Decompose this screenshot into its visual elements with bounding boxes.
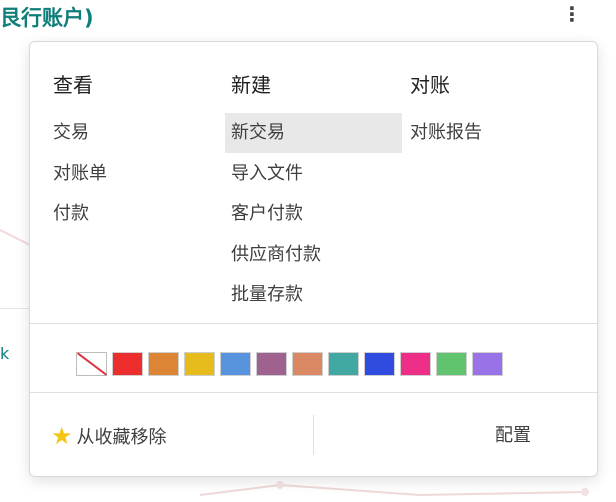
vertical-ellipsis-icon[interactable]: ⋮: [562, 2, 582, 26]
color-swatch[interactable]: [256, 352, 287, 376]
configure-button[interactable]: 配置: [495, 419, 531, 453]
view-header: 查看: [53, 73, 93, 97]
footer-divider: [313, 415, 314, 455]
color-swatch[interactable]: [436, 352, 467, 376]
color-swatch[interactable]: [472, 352, 503, 376]
menu-item-transactions[interactable]: 交易: [53, 113, 89, 153]
journal-title[interactable]: 艮行账户): [0, 2, 94, 32]
menu-item-batch-deposit[interactable]: 批量存款: [225, 275, 402, 315]
menu-item-payments[interactable]: 付款: [53, 194, 89, 234]
menu-divider: [30, 323, 597, 324]
color-swatch[interactable]: [292, 352, 323, 376]
reconcile-header: 对账: [410, 73, 450, 97]
remove-from-favorites-button[interactable]: ★ 从收藏移除: [51, 419, 167, 453]
journal-dropdown-menu: 查看 交易 对账单 付款 新建 新交易 导入文件 客户付款 供应商付款 批量存款…: [29, 41, 598, 477]
menu-item-reconciliation-report[interactable]: 对账报告: [410, 113, 482, 153]
menu-item-import-file[interactable]: 导入文件: [225, 154, 402, 194]
star-icon: ★: [51, 422, 73, 450]
background-link-fragment[interactable]: k: [0, 344, 9, 363]
color-swatch[interactable]: [184, 352, 215, 376]
color-picker: [76, 352, 508, 380]
menu-item-statements[interactable]: 对账单: [53, 154, 107, 194]
menu-item-vendor-payment[interactable]: 供应商付款: [225, 235, 402, 275]
color-swatch[interactable]: [148, 352, 179, 376]
remove-from-favorites-label: 从收藏移除: [76, 427, 167, 448]
color-swatch[interactable]: [328, 352, 359, 376]
menu-item-customer-payment[interactable]: 客户付款: [225, 194, 402, 234]
color-swatch-none[interactable]: [76, 352, 107, 376]
menu-divider: [30, 392, 597, 393]
color-swatch[interactable]: [400, 352, 431, 376]
menu-item-new-transaction[interactable]: 新交易: [225, 113, 402, 153]
color-swatch[interactable]: [220, 352, 251, 376]
color-swatch[interactable]: [112, 352, 143, 376]
new-header: 新建: [231, 73, 271, 97]
color-swatch[interactable]: [364, 352, 395, 376]
